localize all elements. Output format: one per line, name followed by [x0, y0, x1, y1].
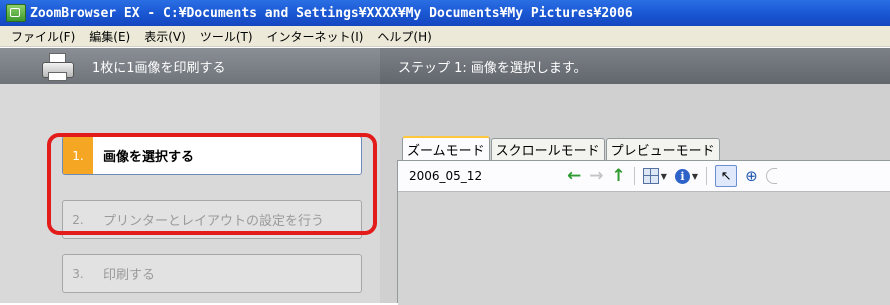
- menu-internet[interactable]: インターネット(I): [260, 28, 371, 45]
- back-arrow-icon[interactable]: ←: [567, 166, 581, 186]
- step-number: 3.: [72, 266, 84, 281]
- menu-bar: ファイル(F) 編集(E) 表示(V) ツール(T) インターネット(I) ヘル…: [0, 26, 890, 47]
- tab-preview-mode[interactable]: プレビューモード: [605, 138, 720, 160]
- step-3-print[interactable]: 3. 印刷する: [62, 254, 362, 293]
- menu-edit[interactable]: 編集(E): [82, 28, 137, 45]
- zoom-in-icon[interactable]: ⊕: [745, 167, 758, 185]
- pointer-cursor-icon[interactable]: ↖: [715, 165, 738, 187]
- toolbar-separator: [706, 167, 708, 185]
- viewer-area: ズームモード スクロールモード プレビューモード 2006_05_12 ← → …: [380, 48, 890, 305]
- task-header: 1枚に1画像を印刷する: [0, 48, 380, 84]
- tab-scroll-mode[interactable]: スクロールモード: [490, 138, 605, 160]
- menu-view[interactable]: 表示(V): [137, 28, 193, 45]
- menu-tools[interactable]: ツール(T): [193, 28, 260, 45]
- menu-help[interactable]: ヘルプ(H): [370, 28, 438, 45]
- title-bar: ZoomBrowser EX - C:¥Documents and Settin…: [0, 0, 890, 26]
- image-viewer: 2006_05_12 ← → ↑ ▼ i ▼ ↖ ⊕: [397, 160, 890, 305]
- menu-file[interactable]: ファイル(F): [4, 28, 82, 45]
- partial-toolbar-icon[interactable]: [765, 168, 777, 184]
- printer-icon: [40, 52, 74, 81]
- window-title: ZoomBrowser EX - C:¥Documents and Settin…: [30, 5, 633, 21]
- forward-arrow-icon[interactable]: →: [589, 166, 603, 186]
- red-highlight-annotation: [47, 133, 377, 235]
- toolbar-separator: [633, 167, 635, 185]
- up-folder-arrow-icon[interactable]: ↑: [612, 166, 626, 186]
- select-grid-icon[interactable]: ▼: [642, 168, 667, 184]
- info-icon[interactable]: i ▼: [674, 168, 698, 184]
- zoombrowser-app-icon[interactable]: [6, 4, 26, 22]
- tab-zoom-mode[interactable]: ズームモード: [402, 136, 490, 160]
- view-mode-tabs: ズームモード スクロールモード プレビューモード: [402, 136, 721, 160]
- task-title: 1枚に1画像を印刷する: [92, 60, 226, 76]
- step-label: 印刷する: [103, 268, 156, 283]
- folder-name: 2006_05_12: [409, 169, 483, 183]
- thumbnail-area[interactable]: [398, 191, 890, 305]
- viewer-toolbar: 2006_05_12 ← → ↑ ▼ i ▼ ↖ ⊕: [398, 161, 890, 191]
